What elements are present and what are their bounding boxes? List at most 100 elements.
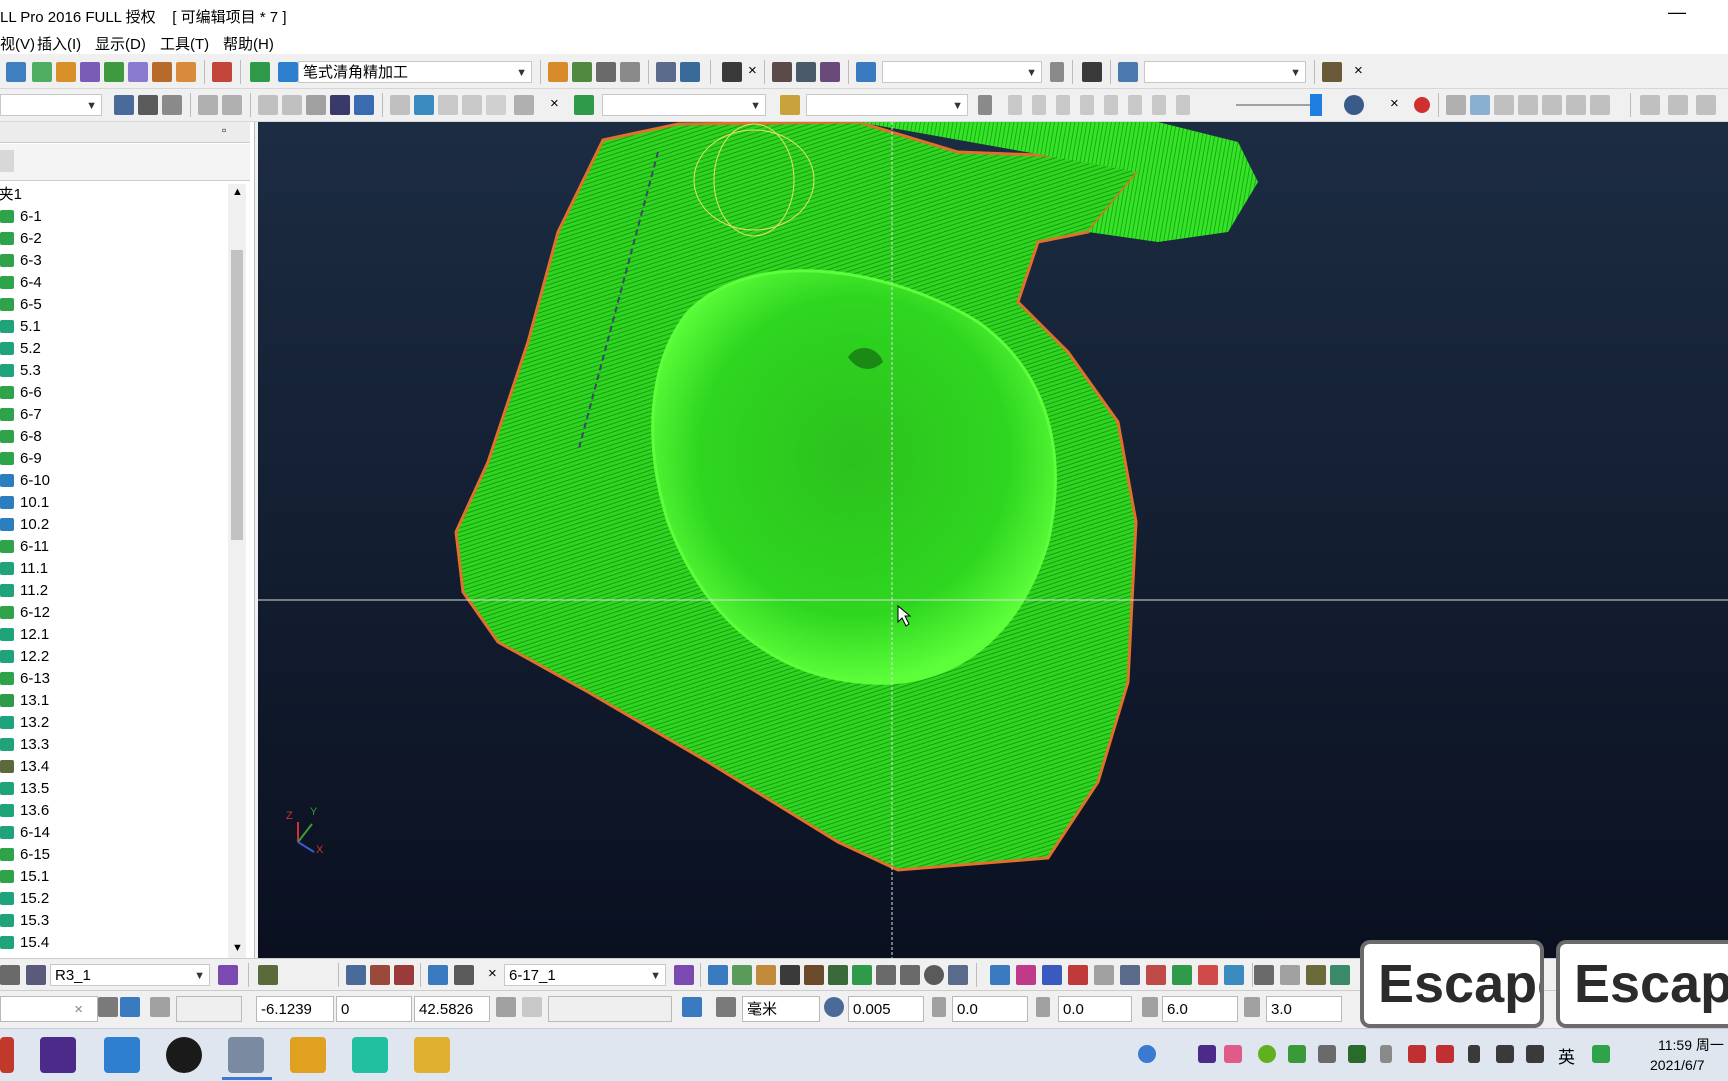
diameter-field[interactable]: 6.0 <box>1162 996 1238 1022</box>
view-c-icon[interactable] <box>1542 95 1562 115</box>
tolerance-field[interactable]: 0.005 <box>848 996 924 1022</box>
scroll-thumb[interactable] <box>231 250 243 540</box>
tool-type-icon[interactable] <box>0 965 20 985</box>
step-back-icon[interactable] <box>1056 95 1070 115</box>
cup-icon[interactable] <box>1224 965 1244 985</box>
tray-volume-icon[interactable] <box>1526 1045 1544 1063</box>
taskbar-app-grid[interactable] <box>352 1037 388 1073</box>
reorder-icon[interactable] <box>486 95 506 115</box>
tool-holder-icon[interactable] <box>780 95 800 115</box>
tree-item[interactable]: 6-8 <box>0 426 228 448</box>
record-icon[interactable] <box>1414 97 1430 113</box>
tray-nvidia-icon[interactable] <box>1348 1045 1366 1063</box>
tree-scrollbar[interactable]: ▲ ▼ <box>228 184 246 959</box>
tree-item[interactable]: 11.2 <box>0 580 228 602</box>
scroll-down-icon[interactable]: ▼ <box>232 942 243 954</box>
limit-b-icon[interactable] <box>780 965 800 985</box>
check-icon[interactable] <box>852 965 872 985</box>
shape-icon[interactable] <box>258 95 278 115</box>
view-d-icon[interactable] <box>1566 95 1586 115</box>
tree-item[interactable]: 6-12 <box>0 602 228 624</box>
toolpath-shape-icon[interactable] <box>674 965 694 985</box>
toolbar2-combo-c[interactable]: ▼ <box>806 94 968 116</box>
tree-item[interactable]: 13.5 <box>0 778 228 800</box>
measure-icon[interactable] <box>1668 95 1688 115</box>
tray-usb-icon[interactable] <box>1380 1045 1392 1063</box>
taskbar-app-active[interactable] <box>228 1037 264 1073</box>
close-icon[interactable]: × <box>74 997 83 1023</box>
search-b-icon[interactable] <box>1254 965 1274 985</box>
gauge-icon[interactable] <box>924 965 944 985</box>
layer-icon[interactable] <box>282 95 302 115</box>
area-icon[interactable] <box>756 965 776 985</box>
level-icon[interactable] <box>104 62 124 82</box>
teal-icon[interactable] <box>1330 965 1350 985</box>
tree-item[interactable]: 12.2 <box>0 646 228 668</box>
fix-direction-icon[interactable] <box>414 95 434 115</box>
tree-item[interactable]: 13.3 <box>0 734 228 756</box>
dock-icon[interactable]: ▫ <box>222 123 226 137</box>
grid-icon[interactable] <box>150 997 170 1017</box>
wire-icon[interactable] <box>990 965 1010 985</box>
tree-item[interactable]: 5.3 <box>0 360 228 382</box>
green-strategy-icon[interactable] <box>574 95 594 115</box>
active-toolpath-combo[interactable]: 6-17_1 ▼ <box>504 964 666 986</box>
tree-item[interactable]: 15.4 <box>0 932 228 954</box>
workplane-icon[interactable] <box>152 62 172 82</box>
tree-item[interactable]: 12.1 <box>0 624 228 646</box>
taskbar-app-bird[interactable] <box>104 1037 140 1073</box>
tree-item[interactable]: 6-13 <box>0 668 228 690</box>
open-folder-icon[interactable] <box>856 62 876 82</box>
command-input[interactable]: × <box>0 996 98 1022</box>
cube-icon[interactable] <box>120 997 140 1017</box>
pen-icon[interactable] <box>428 965 448 985</box>
tray-sogou-icon[interactable] <box>1592 1045 1610 1063</box>
list-icon[interactable] <box>876 965 896 985</box>
units-field[interactable]: 毫米 <box>742 996 820 1022</box>
pattern-icon[interactable] <box>56 62 76 82</box>
boundary-sub-icon[interactable] <box>394 965 414 985</box>
speed-slider-handle[interactable] <box>1310 94 1322 116</box>
tree-item[interactable]: 5.1 <box>0 316 228 338</box>
tree-item[interactable]: 6-6 <box>0 382 228 404</box>
axial-field[interactable]: 0.0 <box>1058 996 1132 1022</box>
view-a-icon[interactable] <box>1494 95 1514 115</box>
tray-monitor-icon[interactable] <box>1496 1045 1514 1063</box>
filter-icon[interactable] <box>0 150 14 172</box>
taskbar-app-red[interactable] <box>0 1037 14 1073</box>
block-icon[interactable] <box>6 62 26 82</box>
gear-b-icon[interactable] <box>1146 965 1166 985</box>
taskbar-app-powermill[interactable] <box>40 1037 76 1073</box>
go-start-icon[interactable] <box>1152 95 1166 115</box>
delete-toolpath-icon[interactable] <box>680 62 700 82</box>
limit-icon[interactable] <box>330 95 350 115</box>
trim-icon[interactable] <box>162 95 182 115</box>
save-icon[interactable] <box>222 95 242 115</box>
tree-item[interactable]: 13.6 <box>0 800 228 822</box>
leads-icon[interactable] <box>732 965 752 985</box>
snap-icon[interactable] <box>522 997 542 1017</box>
toolbar1-close[interactable]: × <box>748 62 757 79</box>
cut-icon[interactable] <box>514 95 534 115</box>
tree-item[interactable]: 11.1 <box>0 558 228 580</box>
link-icon[interactable] <box>708 965 728 985</box>
wave-icon[interactable] <box>1016 965 1036 985</box>
tree-item[interactable]: 13.4 <box>0 756 228 778</box>
status-blank-field[interactable] <box>548 996 672 1022</box>
tray-app-icon[interactable] <box>1198 1045 1216 1063</box>
grid-field[interactable] <box>176 996 242 1022</box>
tool-shape-icon[interactable] <box>218 965 238 985</box>
pause-icon[interactable] <box>1032 95 1046 115</box>
probe-icon[interactable] <box>1696 95 1716 115</box>
boundary-add-icon[interactable] <box>370 965 390 985</box>
bulb-icon[interactable] <box>978 95 992 115</box>
graphics-viewport[interactable]: Z Y X <box>258 122 1728 958</box>
menu-view[interactable]: 视(V) <box>0 33 35 54</box>
tool-icon[interactable] <box>128 62 148 82</box>
tree-item[interactable]: 6-14 <box>0 822 228 844</box>
toolbar2-close[interactable]: × <box>550 95 559 112</box>
tray-tool-icon[interactable] <box>1318 1045 1336 1063</box>
holder-icon[interactable] <box>258 965 278 985</box>
tray-mic-icon[interactable] <box>1468 1045 1480 1063</box>
node-icon[interactable] <box>1068 965 1088 985</box>
